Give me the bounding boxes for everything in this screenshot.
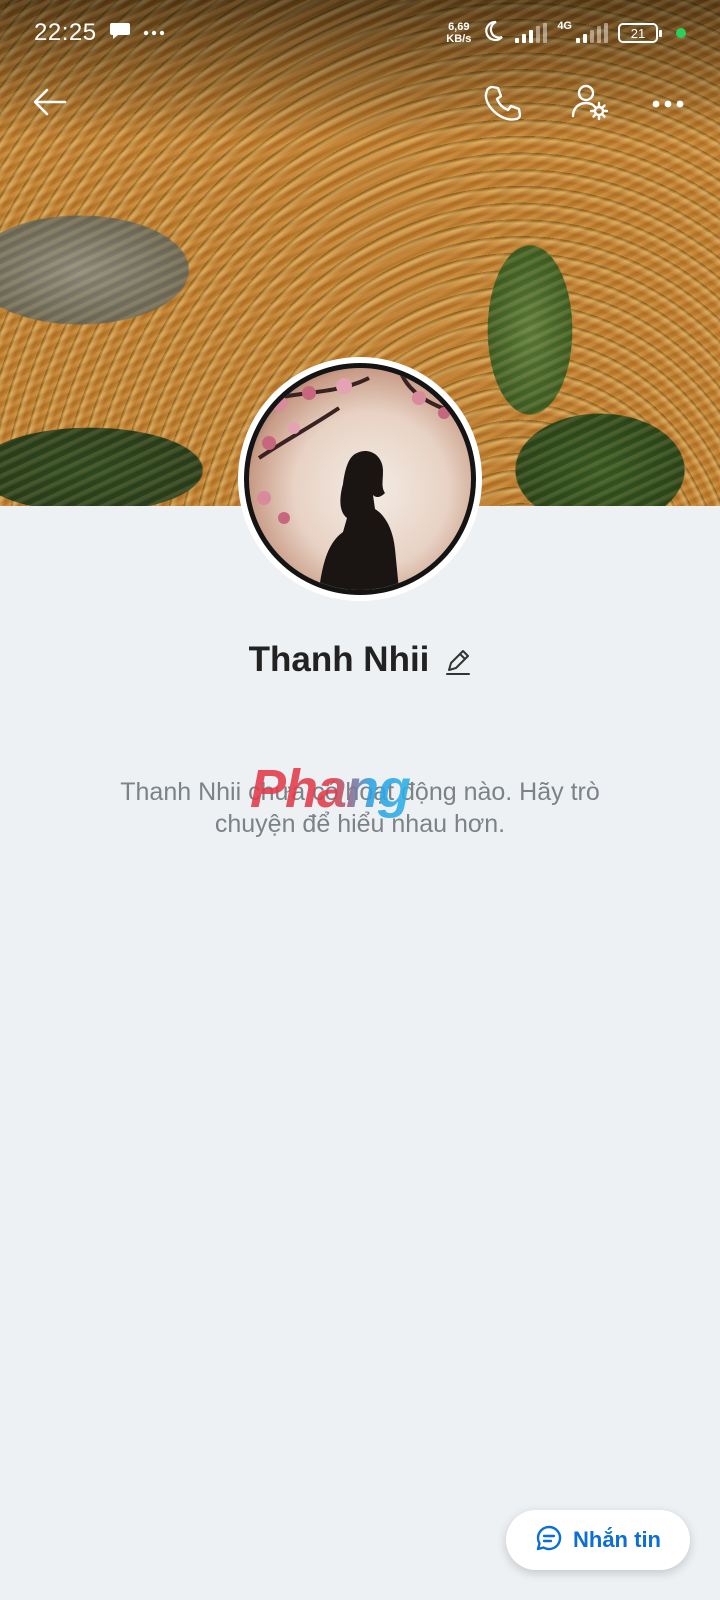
message-button-label: Nhắn tin: [573, 1527, 661, 1552]
network-speed-unit: KB/s: [446, 33, 472, 45]
chat-icon: [535, 1524, 563, 1557]
network-speed: 6,69 KB/s: [446, 21, 471, 45]
profile-name-row: Thanh Nhii: [0, 640, 720, 680]
phone-icon: [483, 83, 522, 126]
user-settings-icon: [570, 82, 610, 127]
battery-level: 21: [630, 25, 646, 41]
edit-name-button[interactable]: [445, 648, 471, 676]
status-right: 6,69 KB/s 4G 21: [446, 19, 686, 48]
avatar[interactable]: [244, 363, 476, 595]
moon-icon: [481, 19, 505, 48]
status-left: 22:25: [34, 19, 165, 47]
status-bar: 22:25 6,69 KB/s 4G 21: [0, 0, 720, 66]
back-button[interactable]: [22, 76, 78, 132]
empty-activity-message: Thanh Nhii chưa có hoạt động nào. Hãy tr…: [120, 778, 600, 838]
network-speed-value: 6,69: [448, 21, 470, 33]
status-time: 22:25: [34, 19, 97, 46]
avatar-frame: [238, 357, 482, 601]
pencil-icon: [446, 650, 471, 675]
call-button[interactable]: [474, 76, 530, 132]
back-arrow-icon: [32, 87, 68, 122]
profile-settings-button[interactable]: [562, 76, 618, 132]
more-dots-icon: [143, 24, 165, 42]
active-indicator-dot: [676, 28, 686, 38]
more-icon: [652, 95, 684, 113]
signal-icon: [515, 23, 548, 43]
network-type: 4G: [557, 20, 572, 32]
profile-header-nav: [0, 76, 720, 136]
battery-icon: 21: [618, 23, 662, 43]
chat-bubble-icon: [109, 21, 131, 46]
more-options-button[interactable]: [640, 76, 696, 132]
message-button[interactable]: Nhắn tin: [506, 1510, 690, 1570]
signal-icon-secondary: [576, 23, 608, 43]
profile-name: Thanh Nhii: [248, 640, 430, 679]
